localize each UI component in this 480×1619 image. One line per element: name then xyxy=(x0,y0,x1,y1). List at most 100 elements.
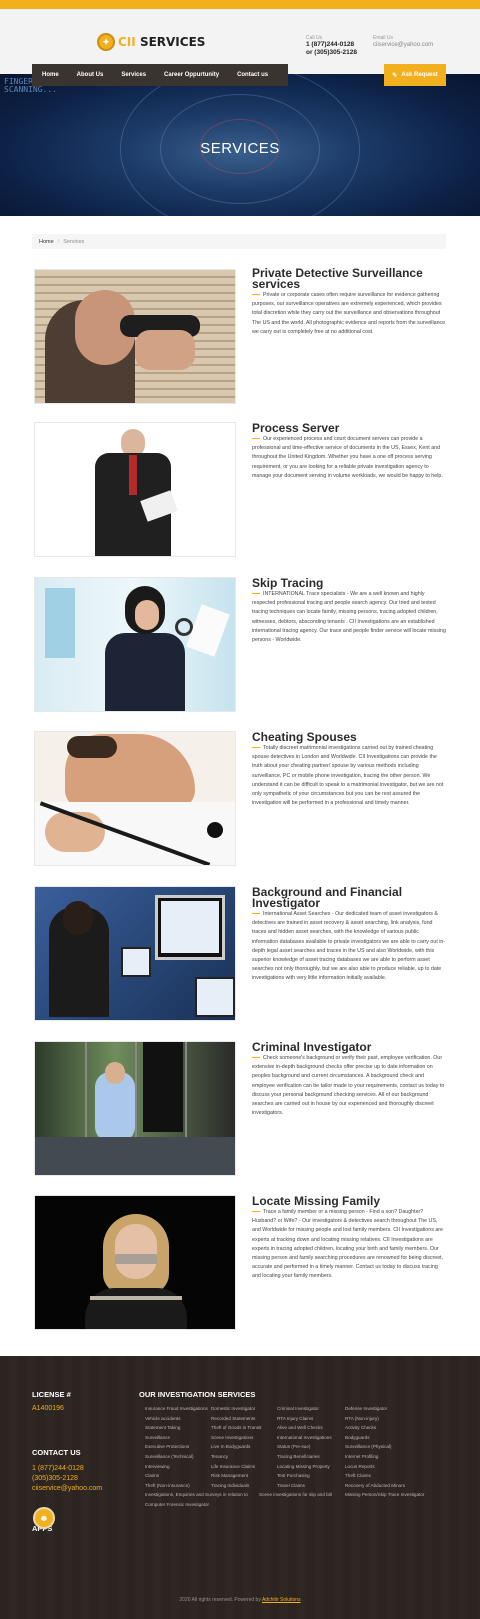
service-link[interactable]: Tracing Individuals xyxy=(211,1481,277,1491)
service-link[interactable]: Theft Claims xyxy=(345,1471,445,1481)
service-title: Private Detective Surveillance services xyxy=(252,266,423,291)
service-link[interactable]: Missing Person/Skip Trace Investigator xyxy=(345,1490,445,1500)
edit-icon: ✎ xyxy=(392,72,398,79)
service-link[interactable]: Scene Investigations xyxy=(211,1433,277,1443)
service-title: Criminal Investigator xyxy=(252,1040,372,1054)
nav-career[interactable]: Career Oppurtunity xyxy=(164,72,219,78)
service-links-row: Claims Risk Management Test Purchasing Thef… xyxy=(145,1471,445,1481)
service-link[interactable]: Bodyguards xyxy=(345,1433,445,1443)
accent-dash xyxy=(252,1211,260,1213)
service-link[interactable]: Tenancy xyxy=(211,1452,277,1462)
service-description: Our experienced process and court docume… xyxy=(252,436,443,479)
service-links-row: Vehicle accidents Recorded Statements RTA … xyxy=(145,1414,445,1424)
service-link[interactable]: Computer Forensic Investigator xyxy=(145,1500,211,1510)
nav-services[interactable]: Services xyxy=(121,72,146,78)
breadcrumb: Home / Services xyxy=(32,234,446,249)
ask-request-button[interactable]: ✎ Ask Request xyxy=(384,64,446,86)
service-link[interactable]: Surveillance xyxy=(145,1433,211,1443)
app-badge-icon[interactable]: ☻ xyxy=(33,1507,55,1529)
logo-badge-icon: ✦ xyxy=(97,33,115,51)
accent-dash xyxy=(252,747,260,749)
accent-dash xyxy=(252,593,260,595)
service-description: INTERNATIONAL Trace specialists - We are… xyxy=(252,591,446,644)
service-link[interactable]: Executive Protections xyxy=(145,1442,211,1452)
service-link[interactable]: Test Purchasing xyxy=(277,1471,345,1481)
service-link[interactable]: RTA (Non-injury) xyxy=(345,1414,445,1424)
service-link[interactable]: Scene investigations for slip and fall xyxy=(259,1490,345,1500)
header-phone-1[interactable]: 1 (877)244-0128 xyxy=(306,41,357,49)
service-text: Private Detective Surveillance services … xyxy=(252,266,446,337)
header-phone-2[interactable]: or (305)305-2128 xyxy=(306,49,357,57)
license-value: A1400196 xyxy=(32,1405,64,1412)
footer-email[interactable]: ciiservice@yahoo.com xyxy=(32,1484,102,1494)
service-link[interactable]: Domestic Investigator xyxy=(211,1404,277,1414)
header-email[interactable]: ciiservice@yahoo.com xyxy=(373,41,433,49)
logo-text: CII SERVICES xyxy=(118,35,205,49)
service-link[interactable]: Surveillance (Technical) xyxy=(145,1452,211,1462)
service-title: Background and Financial Investigator xyxy=(252,885,403,910)
service-link[interactable]: Claims xyxy=(145,1471,211,1481)
service-link[interactable]: Theft of Goods in Transit xyxy=(211,1423,277,1433)
license-heading: LICENSE # xyxy=(32,1390,71,1399)
logo-text-cii: CII xyxy=(118,35,136,49)
footer-phone-1[interactable]: 1 (877)244-0128 xyxy=(32,1464,84,1474)
service-description: International Asset Searches - Our dedic… xyxy=(252,911,446,982)
service-title: Process Server xyxy=(252,421,340,435)
service-links-row: Theft (Non-insurance) Tracing Individuals… xyxy=(145,1481,445,1491)
service-description: Trace a family member or a missing perso… xyxy=(252,1209,444,1280)
service-link[interactable]: RTA Injury Claims xyxy=(277,1414,345,1424)
service-link[interactable]: Defense Investigator xyxy=(345,1404,445,1414)
contact-heading: CONTACT US xyxy=(32,1448,81,1457)
service-links-row: Insurance Fraud Investigations Domestic I… xyxy=(145,1404,445,1414)
service-text: Cheating Spouses Totally discreet matrim… xyxy=(252,730,446,808)
service-links-row: Computer Forensic Investigator xyxy=(145,1500,445,1510)
service-link[interactable]: Recovery of Abducted Minors xyxy=(345,1481,445,1491)
service-link[interactable]: Statement Taking xyxy=(145,1423,211,1433)
services-heading: OUR INVESTIGATION SERVICES xyxy=(139,1390,256,1399)
service-link[interactable]: Alive and Well Checks xyxy=(277,1423,345,1433)
copyright-text: 2020 All rights reserved. Powered by xyxy=(179,1597,261,1603)
service-link xyxy=(211,1500,277,1510)
service-link[interactable]: Vehicle accidents xyxy=(145,1414,211,1424)
service-link[interactable]: Surveillance (Physical) xyxy=(345,1442,445,1452)
nav-contact-us[interactable]: Contact us xyxy=(237,72,268,78)
service-links-row: Surveillance (Technical) Tenancy Tracing B… xyxy=(145,1452,445,1462)
service-links-row: Statement Taking Theft of Goods in Transi… xyxy=(145,1423,445,1433)
service-image-surveillance xyxy=(34,269,236,404)
service-link[interactable]: International Investigations xyxy=(277,1433,345,1443)
service-link[interactable]: Risk Management xyxy=(211,1471,277,1481)
copyright-link[interactable]: Adchitir Solutions xyxy=(262,1597,301,1603)
accent-dash xyxy=(252,1057,260,1059)
breadcrumb-home[interactable]: Home xyxy=(39,239,54,245)
service-link[interactable]: Internet Profiling xyxy=(345,1452,445,1462)
service-link[interactable]: Interviewing xyxy=(145,1462,211,1472)
logo[interactable]: ✦ CII SERVICES xyxy=(97,33,205,51)
page-title: SERVICES xyxy=(200,140,280,157)
service-title: Cheating Spouses xyxy=(252,730,357,744)
header-email-block: Email Us ciiservice@yahoo.com xyxy=(373,35,433,49)
service-link[interactable]: Travel Claims xyxy=(277,1481,345,1491)
service-link[interactable]: Tracing Beneficiaries xyxy=(277,1452,345,1462)
service-link[interactable]: Locus Reports xyxy=(345,1462,445,1472)
service-link[interactable]: Investigations, Enquiries and Surveys in… xyxy=(145,1490,259,1500)
nav-home[interactable]: Home xyxy=(42,72,59,78)
service-image-missing-family xyxy=(34,1195,236,1330)
service-link[interactable]: Insurance Fraud Investigations xyxy=(145,1404,211,1414)
service-link[interactable]: Live In Bodyguards xyxy=(211,1442,277,1452)
service-link[interactable]: Recorded Statements xyxy=(211,1414,277,1424)
service-text: Skip Tracing INTERNATIONAL Trace special… xyxy=(252,577,446,645)
service-links-row: Executive Protections Live In Bodyguards S… xyxy=(145,1442,445,1452)
service-link[interactable]: Status (Pre-sue) xyxy=(277,1442,345,1452)
investigation-services-list: Insurance Fraud Investigations Domestic I… xyxy=(145,1404,445,1510)
top-accent-bar xyxy=(0,0,480,9)
service-text: Locate Missing Family Trace a family mem… xyxy=(252,1195,446,1282)
main-nav: Home About Us Services Career Oppurtunit… xyxy=(32,64,288,86)
footer-phone-2[interactable]: (305)305-2128 xyxy=(32,1474,78,1484)
nav-about-us[interactable]: About Us xyxy=(77,72,104,78)
copyright: 2020 All rights reserved. Powered by Adc… xyxy=(0,1597,480,1603)
service-link[interactable]: Theft (Non-insurance) xyxy=(145,1481,211,1491)
service-link[interactable]: Criminal Investigator xyxy=(277,1404,345,1414)
service-link[interactable]: Locating Missing Property xyxy=(277,1462,345,1472)
service-link[interactable]: Activity Checks xyxy=(345,1423,445,1433)
service-link[interactable]: Life Insurance Claims xyxy=(211,1462,277,1472)
